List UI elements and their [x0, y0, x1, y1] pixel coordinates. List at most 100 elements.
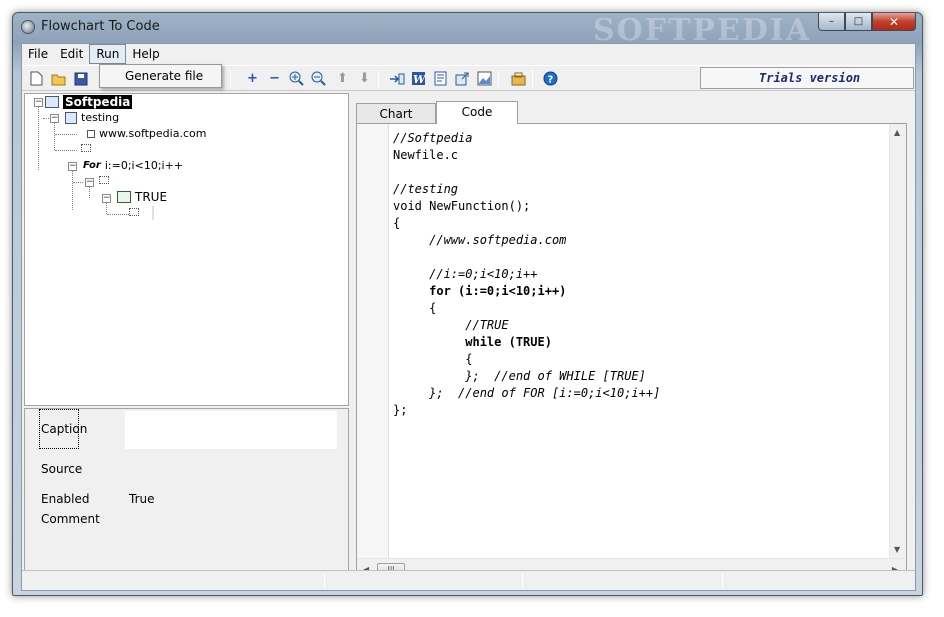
tree-caret — [152, 206, 154, 220]
code-line: }; — [393, 403, 408, 417]
code-line: //www.softpedia.com — [393, 233, 567, 247]
tree-node-label: testing — [81, 111, 120, 124]
comment-label: Comment — [41, 512, 100, 526]
code-line: { — [393, 352, 473, 366]
menu-bar: File Edit Run Help — [22, 44, 915, 64]
editor-gutter — [357, 124, 389, 580]
status-separator — [324, 573, 325, 589]
scroll-down-icon[interactable]: ▼ — [894, 545, 900, 554]
menu-edit[interactable]: Edit — [54, 44, 89, 64]
help-icon[interactable]: ? — [542, 70, 559, 87]
trial-version-label: Trials version — [700, 67, 914, 89]
code-line: //i:=0;i<10;i++ — [393, 267, 538, 281]
collapse-toggle[interactable]: − — [102, 194, 111, 203]
code-line: //testing — [393, 182, 459, 196]
scroll-up-icon[interactable]: ▲ — [894, 128, 900, 137]
tree-node-root[interactable]: Softpedia — [45, 95, 133, 109]
properties-panel: Caption Source Enabled True Comment — [24, 408, 349, 574]
loop-icon — [117, 191, 131, 203]
toolbar-separator — [378, 70, 379, 87]
toolbar-separator — [230, 70, 231, 87]
code-line: //Softpedia — [393, 131, 473, 145]
code-line: Newfile.c — [393, 148, 459, 162]
status-separator — [522, 573, 523, 589]
code-line: { — [393, 301, 437, 315]
add-icon[interactable]: + — [244, 70, 261, 87]
code-line: { — [393, 216, 401, 230]
open-folder-icon[interactable] — [50, 70, 67, 87]
caption-input[interactable] — [125, 411, 337, 449]
svg-text:W: W — [413, 73, 426, 86]
tools-icon[interactable] — [510, 70, 527, 87]
code-text[interactable]: //Softpedia Newfile.c //testing void New… — [393, 130, 660, 419]
tree-connector — [107, 214, 129, 215]
collapse-toggle[interactable]: − — [85, 178, 94, 187]
caption-label: Caption — [41, 422, 88, 436]
code-line: }; //end of FOR [i:=0;i<10;i++] — [393, 386, 661, 400]
code-editor[interactable]: //Softpedia Newfile.c //testing void New… — [356, 123, 907, 581]
tree-node-empty[interactable] — [129, 208, 143, 216]
collapse-toggle[interactable]: − — [34, 98, 43, 107]
status-bar — [22, 570, 915, 590]
toolbar-separator — [532, 70, 533, 87]
title-bar[interactable]: Flowchart To Code SOFTPEDIA – □ ✕ — [13, 13, 922, 48]
tree-connector — [38, 106, 39, 170]
zoom-in-icon[interactable] — [288, 70, 305, 87]
maximize-button[interactable]: □ — [845, 13, 872, 31]
tree-connector — [55, 150, 77, 151]
app-icon[interactable] — [21, 20, 35, 34]
image-icon[interactable] — [476, 70, 493, 87]
tree-node-comment[interactable]: www.softpedia.com — [87, 127, 206, 140]
document-icon[interactable] — [432, 70, 449, 87]
monitor-icon — [45, 96, 59, 108]
function-icon — [65, 111, 77, 124]
for-icon: For — [83, 160, 101, 171]
word-export-icon[interactable]: W — [410, 70, 427, 87]
tree-node-for[interactable]: For i:=0;i<10;i++ — [83, 159, 183, 172]
tree-node-empty[interactable] — [81, 144, 95, 152]
tab-code[interactable]: Code — [436, 101, 518, 124]
tree-connector — [72, 170, 73, 210]
tree-node-label: i:=0;i<10;i++ — [104, 159, 184, 172]
zoom-out-icon[interactable] — [310, 70, 327, 87]
collapse-toggle[interactable]: − — [50, 114, 59, 123]
window-title: Flowchart To Code — [41, 19, 160, 34]
code-line: }; //end of WHILE [TRUE] — [393, 369, 646, 383]
tab-chart[interactable]: Chart — [356, 103, 436, 123]
client-area: File Edit Run Help ▼ + − — [21, 43, 916, 591]
window-controls: – □ ✕ — [818, 13, 916, 31]
flowchart-tree[interactable]: − Softpedia − testing www.softpedia.com … — [24, 93, 349, 406]
new-file-icon[interactable] — [28, 70, 45, 87]
tree-connector — [73, 182, 83, 183]
save-icon[interactable] — [72, 70, 89, 87]
tree-connector — [55, 134, 77, 135]
move-up-icon[interactable]: ⬆ — [334, 70, 351, 87]
menu-item-generate-file[interactable]: Generate file — [125, 69, 203, 83]
close-button[interactable]: ✕ — [872, 13, 916, 31]
tree-node-function[interactable]: testing — [65, 111, 119, 124]
tree-node-empty[interactable] — [99, 176, 113, 184]
menu-file[interactable]: File — [22, 44, 54, 64]
move-down-icon[interactable]: ⬇ — [356, 70, 373, 87]
remove-icon[interactable]: − — [266, 70, 283, 87]
code-line: //TRUE — [393, 318, 509, 332]
tree-node-label: www.softpedia.com — [99, 127, 207, 140]
export-icon[interactable] — [454, 70, 471, 87]
code-line: while (TRUE) — [393, 335, 552, 349]
toolbar-separator — [498, 70, 499, 87]
tree-connector — [89, 186, 90, 198]
status-separator — [722, 573, 723, 589]
block-icon — [81, 144, 91, 152]
enabled-value[interactable]: True — [129, 492, 155, 506]
tree-node-while[interactable]: TRUE — [117, 190, 167, 204]
minimize-button[interactable]: – — [818, 13, 845, 31]
vertical-scrollbar[interactable]: ▲ ▼ — [889, 124, 906, 558]
code-line: for (i:=0;i<10;i++) — [393, 284, 567, 298]
insert-icon[interactable] — [388, 70, 405, 87]
collapse-toggle[interactable]: − — [68, 162, 77, 171]
menu-run[interactable]: Run — [89, 44, 127, 64]
main-window: Flowchart To Code SOFTPEDIA – □ ✕ File E… — [12, 12, 923, 596]
menu-help[interactable]: Help — [126, 44, 165, 64]
